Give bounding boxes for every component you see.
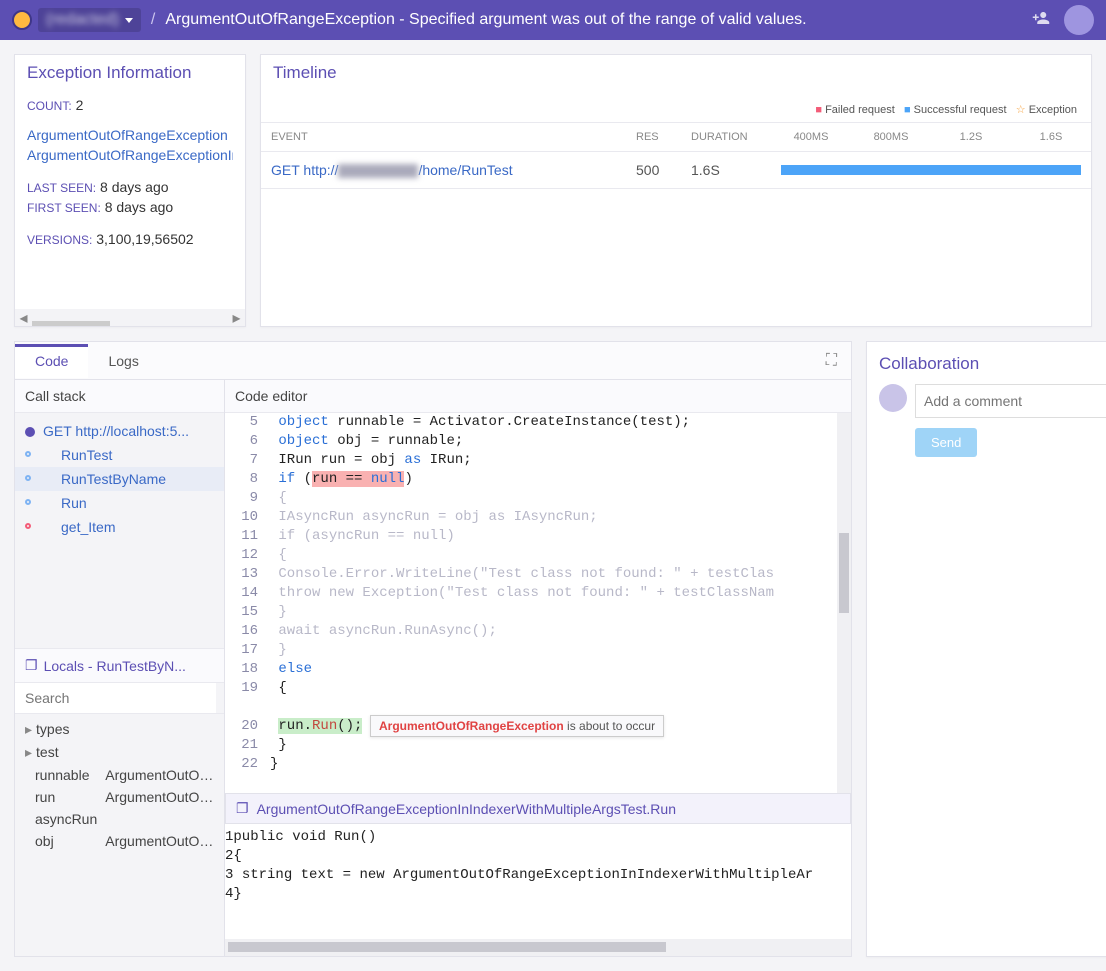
main-area: Code Logs ⛶ Call stack GET http://localh… <box>14 341 852 957</box>
code-editor[interactable]: 5 object runnable = Activator.CreateInst… <box>225 413 851 793</box>
tab-logs[interactable]: Logs <box>88 344 158 378</box>
exception-info-panel: Exception Information COUNT: 2 ArgumentO… <box>14 54 246 327</box>
timeline-table: Event Res Duration 400ms 800ms 1.2s 1.6s… <box>261 122 1091 189</box>
vertical-scrollbar[interactable] <box>837 413 851 793</box>
copy-icon[interactable]: ❐ <box>25 657 38 674</box>
exception-tooltip: ArgumentOutOfRangeException is about to … <box>370 715 664 737</box>
fullscreen-icon[interactable]: ⛶ <box>812 352 851 370</box>
legend-failed: Failed request <box>815 104 894 116</box>
comment-input[interactable] <box>915 384 1106 418</box>
stack-item-selected[interactable]: RunTestByName <box>15 467 224 491</box>
project-selector[interactable]: (redacted) <box>38 8 141 32</box>
timeline-row[interactable]: GET http:///home/RunTest 500 1.6S <box>261 152 1091 189</box>
callstack-heading: Call stack <box>15 380 224 413</box>
page-title: ArgumentOutOfRangeException - Specified … <box>165 11 806 29</box>
redacted-host <box>338 164 418 178</box>
code-editor-secondary[interactable]: 1public void Run()2{3 string text = new … <box>225 824 851 939</box>
avatar[interactable] <box>1064 5 1094 35</box>
timeline-heading: Timeline <box>261 55 1091 91</box>
stack-item[interactable]: GET http://localhost:5... <box>15 419 224 443</box>
stack-item[interactable]: Run <box>15 491 224 515</box>
stack-item[interactable]: RunTest <box>15 443 224 467</box>
top-bar: (redacted) / ArgumentOutOfRangeException… <box>0 0 1106 40</box>
logo-icon <box>12 10 32 30</box>
legend-success: Successful request <box>904 104 1007 116</box>
legend-exception: Exception <box>1016 104 1077 116</box>
add-user-icon[interactable] <box>1032 9 1050 32</box>
count-label: COUNT: <box>27 99 72 113</box>
locals-heading: ❐ Locals - RunTestByN... <box>15 648 224 683</box>
collaboration-heading: Collaboration <box>879 354 1106 384</box>
send-button[interactable]: Send <box>915 428 977 457</box>
exception-info-heading: Exception Information <box>15 55 245 91</box>
timeline-panel: Timeline Failed request Successful reque… <box>260 54 1092 327</box>
copy-icon: ❐ <box>236 800 249 817</box>
code-editor-heading: Code editor <box>225 380 851 413</box>
exception-link[interactable]: ArgumentOutOfRangeExceptionInIndexer <box>27 147 233 163</box>
collaboration-panel: Collaboration Send <box>866 341 1106 957</box>
locals-list: ▸types▸testrunnableArgumentOutOfRangerun… <box>15 714 224 856</box>
callstack-list: GET http://localhost:5... RunTest RunTes… <box>15 413 224 648</box>
count-value: 2 <box>76 97 84 113</box>
project-name: (redacted) <box>46 11 119 29</box>
avatar <box>879 384 907 412</box>
horizontal-scrollbar[interactable]: ◂▸ <box>15 309 245 326</box>
breadcrumb-separator: / <box>151 11 155 29</box>
horizontal-scrollbar[interactable] <box>225 939 851 956</box>
file-bar[interactable]: ❐ ArgumentOutOfRangeExceptionInIndexerWi… <box>225 793 851 824</box>
tab-bar: Code Logs ⛶ <box>14 341 852 379</box>
exception-link[interactable]: ArgumentOutOfRangeException <box>27 127 233 143</box>
duration-bar <box>781 165 1081 175</box>
tab-code[interactable]: Code <box>15 344 88 378</box>
locals-search-input[interactable] <box>15 683 216 713</box>
chevron-down-icon <box>125 18 133 23</box>
stack-item[interactable]: get_Item <box>15 515 224 539</box>
